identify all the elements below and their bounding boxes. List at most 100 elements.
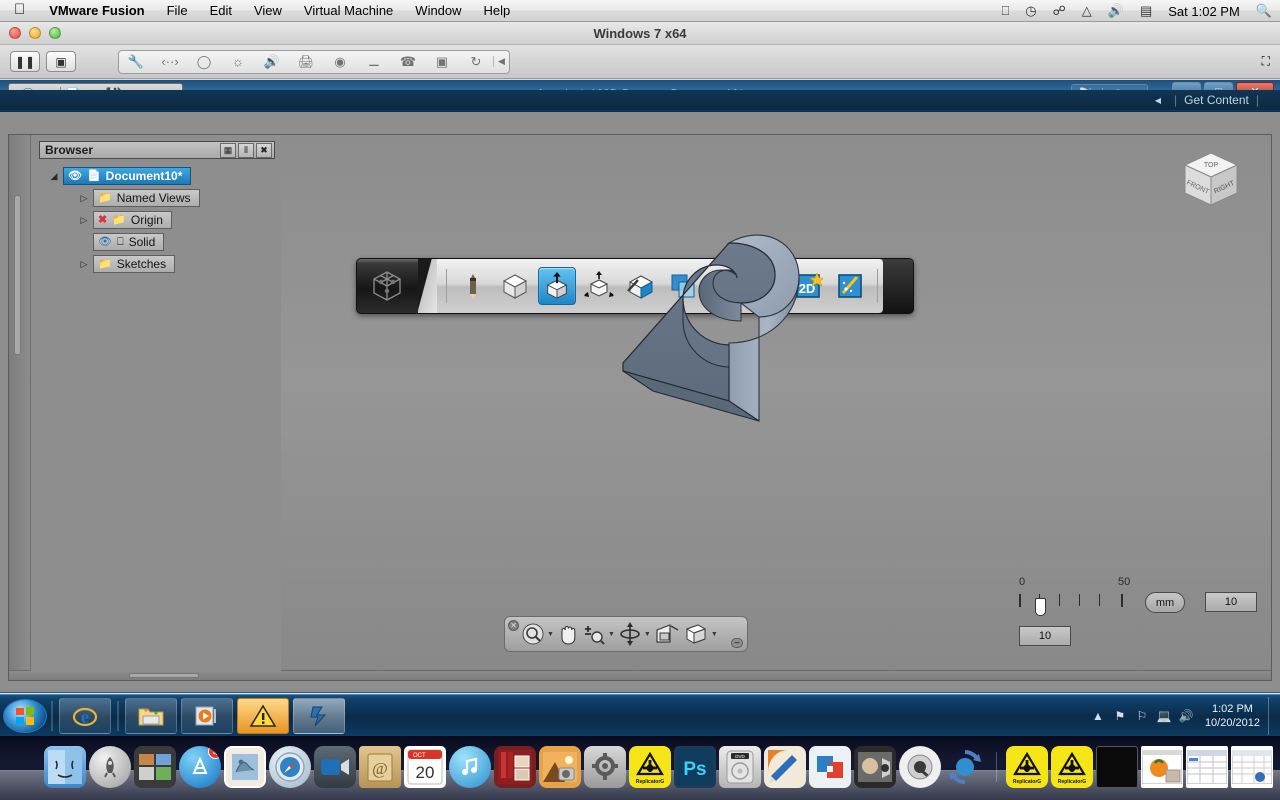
mouse-icon[interactable]: ⚊ xyxy=(357,54,391,70)
dock-item-mail[interactable] xyxy=(224,746,266,788)
dock-item-vmware-fusion[interactable] xyxy=(809,746,851,788)
dock-item-photoshop[interactable]: Ps xyxy=(674,746,716,788)
apple-logo-icon[interactable]:  xyxy=(0,2,38,17)
eye-icon[interactable]: 👁 xyxy=(68,170,82,182)
tree-item-sketches[interactable]: 📁 Sketches xyxy=(93,255,176,273)
expander-collapsed-icon[interactable]: ▷ xyxy=(75,193,93,204)
show-hidden-icons-icon[interactable]: ▲ xyxy=(1087,709,1109,723)
unit-button[interactable]: mm xyxy=(1145,592,1185,613)
dock-item-terminal[interactable] xyxy=(1096,746,1138,788)
dock-item-mission-control[interactable] xyxy=(134,746,176,788)
dock-item-dvd-player[interactable]: DVD xyxy=(719,746,761,788)
volume-icon[interactable]: 🔊 xyxy=(1100,3,1132,19)
dock-item-replicatorg[interactable]: ReplicatorG xyxy=(629,746,671,788)
action-center-icon[interactable]: ⚐ xyxy=(1131,709,1153,723)
menu-item-virtual-machine[interactable]: Virtual Machine xyxy=(293,3,404,18)
fullscreen-icon[interactable]: ⛶ xyxy=(1262,54,1270,69)
dock-item-replicatorg-3[interactable]: ReplicatorG xyxy=(1051,746,1093,788)
dock-item-quicktime[interactable] xyxy=(899,746,941,788)
close-small-icon[interactable]: ✕ xyxy=(508,620,519,631)
dock-item-itunes[interactable] xyxy=(449,746,491,788)
viewport-canvas[interactable]: Browser ▦ ⫴ ✖ ◢ 👁 📄 Document10* ▷ 📁 Name… xyxy=(8,134,1272,681)
dock-item-contacts[interactable]: @ xyxy=(359,746,401,788)
taskbar-item-explorer[interactable] xyxy=(125,697,177,734)
tree-item-document[interactable]: 👁 📄 Document10* xyxy=(63,167,192,185)
tree-item-solid[interactable]: 👁 ⎕ Solid xyxy=(93,233,165,251)
grid-size-field[interactable]: 10 xyxy=(1205,592,1257,612)
bluetooth-icon[interactable]: ☍ xyxy=(1045,3,1074,19)
taskbar-item-internet-explorer[interactable]: e xyxy=(59,697,111,734)
dock-item-safari[interactable] xyxy=(269,746,311,788)
sketch-tool[interactable] xyxy=(454,267,492,305)
dock-item-sync[interactable] xyxy=(944,746,986,788)
menu-item-file[interactable]: File xyxy=(156,3,199,18)
taskbar-item-123d[interactable] xyxy=(293,697,345,734)
dock-item-preview[interactable] xyxy=(1141,746,1183,788)
get-content-button[interactable]: Get Content xyxy=(1184,93,1249,107)
dock-item-excel[interactable] xyxy=(1231,746,1273,788)
show-desktop-button[interactable] xyxy=(1268,696,1280,735)
network-error-icon[interactable]: ⚑ xyxy=(1109,709,1131,723)
display-icon[interactable]: 💻 xyxy=(1153,709,1175,723)
chevron-down-icon[interactable]: ▼ xyxy=(644,631,651,638)
vertical-scrollbar[interactable] xyxy=(9,135,31,680)
printer-icon[interactable]: 🖨 xyxy=(289,54,323,70)
hard-disk-icon[interactable]: ◯ xyxy=(187,54,221,70)
zoom-window-button[interactable]: ▼ xyxy=(521,622,554,646)
time-machine-icon[interactable]: ◷ xyxy=(1017,3,1044,19)
vmware-title-bar[interactable]: Windows 7 x64 xyxy=(0,22,1280,45)
mac-clock[interactable]: Sat 1:02 PM xyxy=(1160,4,1248,19)
construct-extrude-tool[interactable] xyxy=(537,267,576,305)
taskbar-item-warning[interactable] xyxy=(237,697,289,734)
chevron-down-icon[interactable]: ▼ xyxy=(547,631,554,638)
keypad-icon[interactable]: ▦ xyxy=(220,142,236,158)
menu-item-vmware-fusion[interactable]: VMware Fusion xyxy=(38,3,155,18)
usb-icon[interactable]: ☎ xyxy=(391,54,425,70)
dock-item-launchpad[interactable] xyxy=(89,746,131,788)
dock-item-spreadsheet[interactable] xyxy=(1186,746,1228,788)
network-icon[interactable]: ‹··› xyxy=(153,54,187,69)
dock-item-iphoto[interactable] xyxy=(539,746,581,788)
expander-expanded-icon[interactable]: ◢ xyxy=(45,171,63,182)
dock-item-imovie[interactable] xyxy=(854,746,896,788)
pan-button[interactable] xyxy=(557,622,579,646)
dock-item-calendar[interactable]: OCT 20 xyxy=(404,746,446,788)
app-title-bar[interactable]: ⦿ ▼ 📄 📂 💾 ↩ ↪ ▼ Autodesk 123D BetaDocume… xyxy=(0,80,1280,112)
volume-icon[interactable]: 🔊 xyxy=(1175,709,1197,723)
snapshot-button[interactable]: ▣ xyxy=(46,51,76,72)
collapse-small-icon[interactable]: ━ xyxy=(731,638,743,648)
expander-collapsed-icon[interactable]: ▷ xyxy=(75,215,93,226)
scale-slider-handle[interactable] xyxy=(1035,598,1046,616)
hidden-eye-icon[interactable]: ✖ xyxy=(98,214,107,226)
look-at-button[interactable] xyxy=(654,622,680,646)
three-d-model-hook[interactable] xyxy=(609,225,849,455)
dock-item-trash[interactable] xyxy=(1276,746,1280,788)
chevron-down-icon[interactable]: ▼ xyxy=(608,631,615,638)
cd-drive-icon[interactable]: ◉ xyxy=(323,54,357,70)
floppy-icon[interactable]: ▣ xyxy=(425,54,459,70)
sync-icon[interactable]: ↻ xyxy=(459,54,493,70)
camera-icon[interactable]: ☼ xyxy=(221,54,255,69)
tree-row[interactable]: 👁 ⎕ Solid xyxy=(31,231,281,253)
scrollbar-thumb[interactable] xyxy=(129,673,199,678)
dock-item-facetime[interactable] xyxy=(314,746,356,788)
tree-row[interactable]: ◢ 👁 📄 Document10* xyxy=(31,165,281,187)
battery-icon[interactable]: ▤ xyxy=(1132,3,1160,19)
sound-icon[interactable]: 🔊 xyxy=(255,54,289,70)
close-panel-icon[interactable]: ✖ xyxy=(256,142,272,158)
view-style-button[interactable]: ▼ xyxy=(683,622,718,646)
menu-item-view[interactable]: View xyxy=(243,3,293,18)
primitives-tool[interactable] xyxy=(496,267,534,305)
tree-row[interactable]: ▷ ✖ 📁 Origin xyxy=(31,209,281,231)
dock-item-replicatorg-2[interactable]: ReplicatorG xyxy=(1006,746,1048,788)
scrollbar-thumb[interactable] xyxy=(14,195,21,355)
resize-icon[interactable]: ⫴ xyxy=(238,142,254,158)
collapse-left-icon[interactable]: ◀ xyxy=(1155,96,1161,105)
menu-item-help[interactable]: Help xyxy=(473,3,522,18)
taskbar-clock[interactable]: 1:02 PM 10/20/2012 xyxy=(1197,702,1268,730)
tree-row[interactable]: ▷ 📁 Named Views xyxy=(31,187,281,209)
dock-item-finder[interactable] xyxy=(44,746,86,788)
dock-item-pages[interactable] xyxy=(764,746,806,788)
expander-collapsed-icon[interactable]: ▷ xyxy=(75,259,93,270)
taskbar-item-media-player[interactable] xyxy=(181,697,233,734)
